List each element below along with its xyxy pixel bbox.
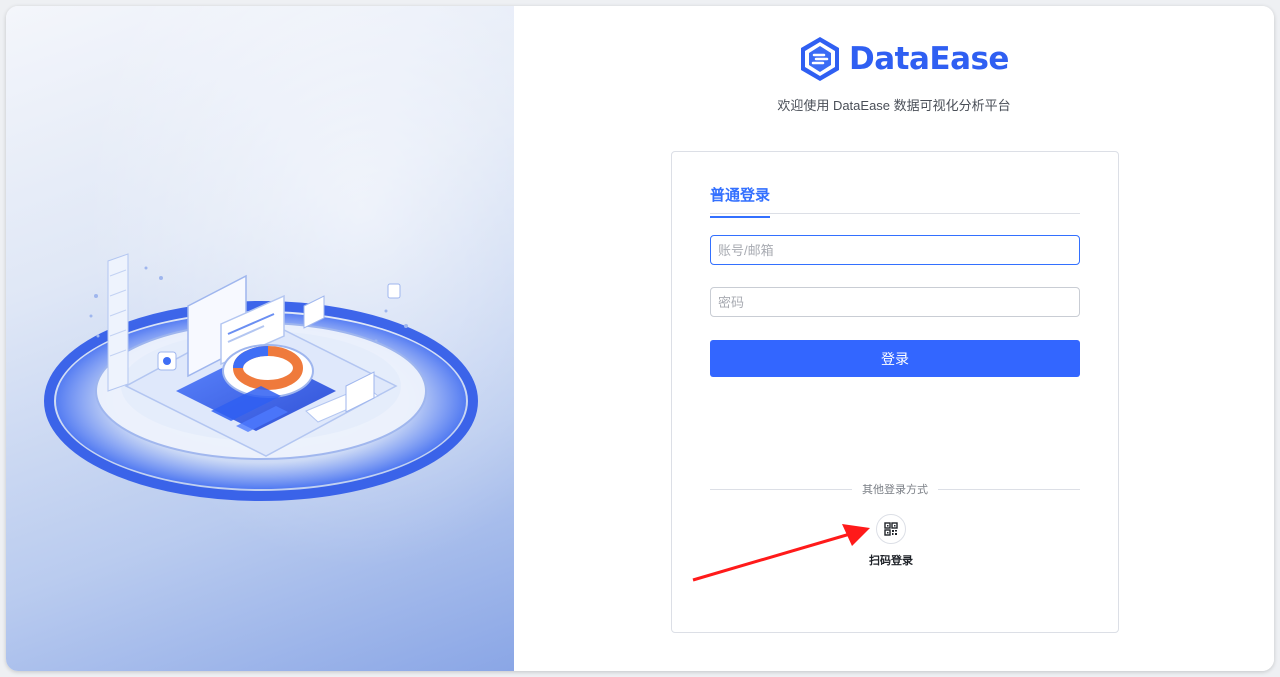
brand-logo: DataEase xyxy=(799,34,1009,84)
account-input[interactable] xyxy=(718,236,1079,264)
dataease-hexagon-logo-icon xyxy=(801,37,839,81)
qr-login-label[interactable]: 扫码登录 xyxy=(852,552,930,568)
password-input[interactable] xyxy=(718,288,1079,316)
other-login-divider: 其他登录方式 xyxy=(710,482,1080,496)
app-window: DataEase 欢迎使用 DataEase 数据可视化分析平台 普通登录 登录… xyxy=(6,6,1274,671)
divider-line-right xyxy=(938,488,1080,490)
divider-line-left xyxy=(710,488,852,490)
qr-login-button[interactable] xyxy=(876,514,906,544)
login-card: 普通登录 登录 其他登录方式 xyxy=(671,151,1119,633)
welcome-text: 欢迎使用 DataEase 数据可视化分析平台 xyxy=(777,98,1011,113)
password-field[interactable] xyxy=(710,287,1080,317)
login-button[interactable]: 登录 xyxy=(710,340,1080,377)
other-login-label: 其他登录方式 xyxy=(862,484,928,496)
data-platform-illustration xyxy=(44,253,478,501)
login-panel: DataEase 欢迎使用 DataEase 数据可视化分析平台 普通登录 登录… xyxy=(514,6,1274,671)
tab-normal-login[interactable]: 普通登录 xyxy=(710,184,771,218)
brand-name: DataEase xyxy=(849,41,1009,77)
hero-illustration-panel xyxy=(6,6,514,671)
login-tabs: 普通登录 xyxy=(710,180,1080,218)
qrcode-icon xyxy=(884,522,898,536)
account-field[interactable] xyxy=(710,235,1080,265)
